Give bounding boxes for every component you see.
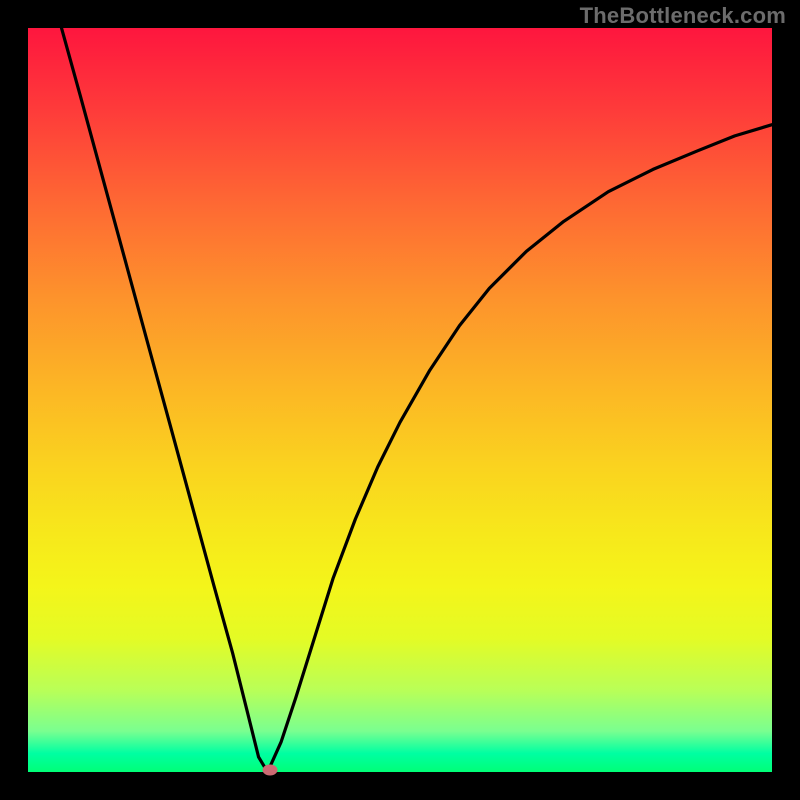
watermark-text: TheBottleneck.com bbox=[580, 3, 786, 29]
plot-area bbox=[28, 28, 772, 772]
bottleneck-curve bbox=[28, 28, 772, 772]
chart-frame: TheBottleneck.com bbox=[0, 0, 800, 800]
curve-path bbox=[62, 28, 773, 772]
minimum-marker bbox=[262, 765, 277, 776]
